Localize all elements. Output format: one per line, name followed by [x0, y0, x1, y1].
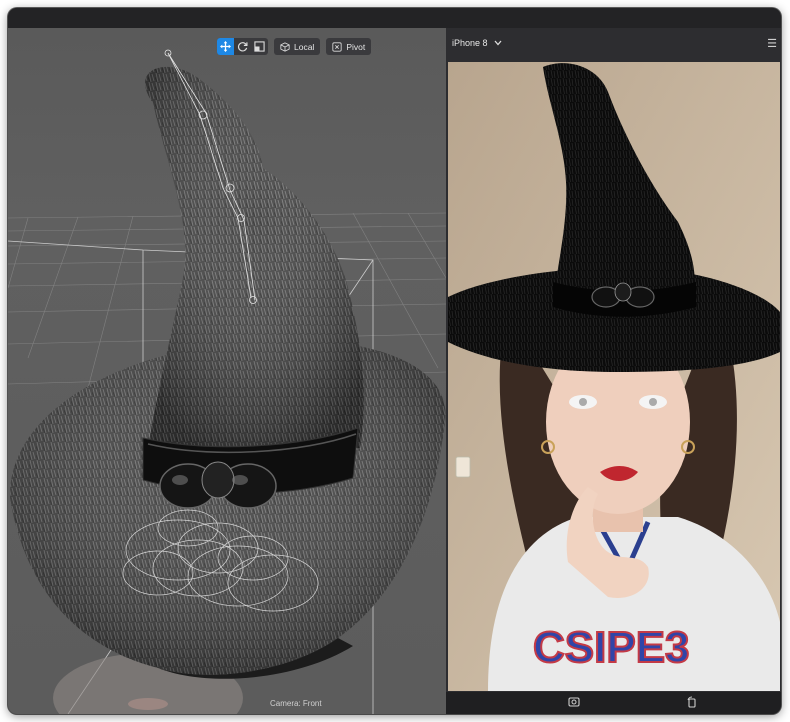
scale-tool-button[interactable] — [251, 38, 268, 55]
camera-label: Camera: Front — [270, 699, 322, 708]
transform-tools — [217, 38, 268, 55]
shirt-print: CSIPE3 — [533, 623, 690, 672]
viewport-scene — [8, 49, 446, 714]
device-selector[interactable]: iPhone 8 — [452, 38, 502, 48]
rotate-tool-button[interactable] — [234, 38, 251, 55]
pivot-toggle[interactable]: Pivot — [326, 38, 372, 55]
device-label: iPhone 8 — [452, 38, 488, 48]
local-space-toggle[interactable]: Local — [274, 38, 321, 55]
preview-camera-feed: CSIPE3 — [448, 62, 780, 691]
transform-toolbar: Local Pivot — [217, 38, 372, 55]
device-preview-screen[interactable]: CSIPE3 — [448, 62, 780, 691]
pivot-icon — [332, 41, 342, 52]
move-tool-button[interactable] — [217, 38, 234, 55]
app-window: Local Pivot Camera: Front iPhone 8 ☰ CSI… — [8, 8, 781, 714]
rotate-icon — [237, 42, 248, 52]
title-bar — [8, 8, 781, 28]
capture-icon[interactable] — [568, 696, 580, 708]
local-label: Local — [294, 41, 315, 52]
move-arrows-icon — [220, 41, 231, 52]
scale-icon — [254, 41, 265, 52]
chevron-down-icon — [494, 40, 502, 46]
preview-panel: iPhone 8 ☰ CSIPE3 — [446, 28, 781, 714]
preview-header: iPhone 8 ☰ — [446, 28, 781, 58]
rotate-device-icon[interactable] — [686, 696, 698, 708]
cube-icon — [280, 41, 290, 52]
scene-viewport[interactable]: Local Pivot Camera: Front — [8, 28, 446, 714]
preview-footer — [446, 692, 781, 714]
hamburger-menu-icon[interactable]: ☰ — [767, 37, 777, 50]
pivot-label: Pivot — [346, 41, 366, 52]
